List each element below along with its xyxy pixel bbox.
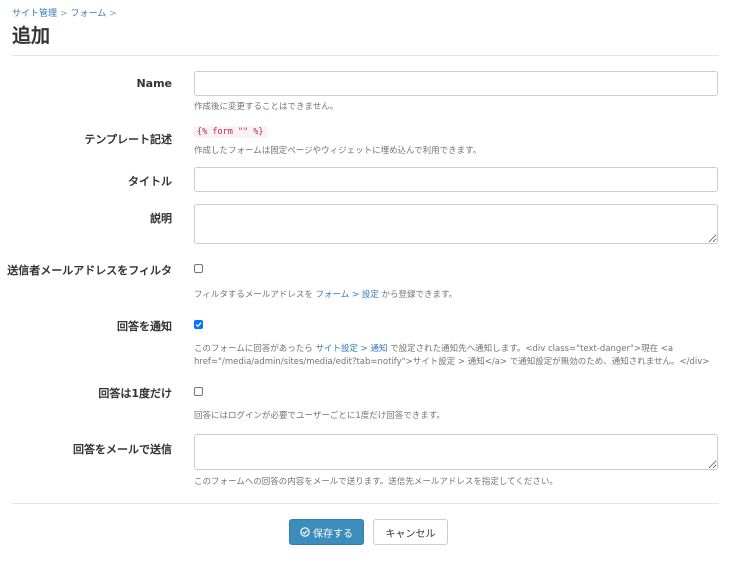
notify-label: 回答を通知 — [117, 320, 172, 333]
header-divider — [12, 55, 719, 56]
filter-sender-help: フィルタするメールアドレスを フォーム > 設定 から登録できます。 — [194, 288, 457, 300]
name-help: 作成後に変更することはできません。 — [194, 102, 339, 112]
once-help: 回答にはログインが必要でユーザーごとに1度だけ回答できます。 — [194, 411, 445, 421]
title-label: タイトル — [128, 175, 172, 188]
filter-sender-help-prefix: フィルタするメールアドレスを — [194, 290, 316, 300]
template-help: 作成したフォームは固定ページやウィジェットに埋め込んで利用できます。 — [194, 146, 482, 156]
breadcrumb-forms[interactable]: フォーム — [71, 9, 107, 19]
filter-sender-checkbox[interactable] — [194, 264, 203, 273]
save-button-label: 保存する — [313, 528, 353, 540]
cancel-button[interactable]: キャンセル — [373, 519, 448, 545]
save-button[interactable]: 保存する — [289, 519, 364, 545]
email-send-label: 回答をメールで送信 — [73, 443, 172, 456]
notify-checkbox[interactable] — [194, 320, 203, 329]
filter-sender-help-suffix: から登録できます。 — [378, 290, 458, 300]
name-input[interactable] — [194, 71, 718, 96]
check-circle-icon — [300, 527, 310, 537]
site-settings-notify-link[interactable]: サイト設定 > 通知 — [315, 344, 387, 354]
notify-help-line-2: href="/media/admin/sites/media/edit?tab=… — [194, 357, 710, 367]
breadcrumb-separator: > — [60, 9, 68, 19]
filter-sender-label: 送信者メールアドレスをフィルタ — [7, 264, 172, 277]
template-code: {% form "" %} — [194, 126, 267, 138]
breadcrumb-separator: > — [109, 9, 117, 19]
once-checkbox[interactable] — [194, 387, 203, 396]
footer-divider — [12, 503, 719, 504]
name-label: Name — [136, 77, 172, 90]
description-label: 説明 — [150, 212, 172, 225]
notify-help-line-1: このフォームに回答があったら サイト設定 > 通知 で設定された通知先へ通知しま… — [194, 342, 673, 354]
notify-help-prefix: このフォームに回答があったら — [194, 344, 316, 354]
email-send-help: このフォームへの回答の内容をメールで送ります。送信先メールアドレスを指定してくだ… — [194, 477, 558, 487]
notify-help-suffix: で設定された通知先へ通知します。<div class="text-danger"… — [387, 344, 674, 354]
check-icon — [195, 322, 202, 328]
once-label: 回答は1度だけ — [98, 387, 172, 400]
breadcrumb-site-admin[interactable]: サイト管理 — [12, 9, 57, 19]
template-label: テンプレート記述 — [84, 133, 172, 146]
form-settings-link[interactable]: フォーム > 設定 — [316, 290, 379, 300]
page-title: 追加 — [12, 25, 51, 47]
email-send-textarea[interactable] — [194, 434, 718, 470]
breadcrumb: サイト管理 > フォーム > — [12, 6, 120, 19]
title-input[interactable] — [194, 167, 718, 192]
description-textarea[interactable] — [194, 204, 718, 244]
